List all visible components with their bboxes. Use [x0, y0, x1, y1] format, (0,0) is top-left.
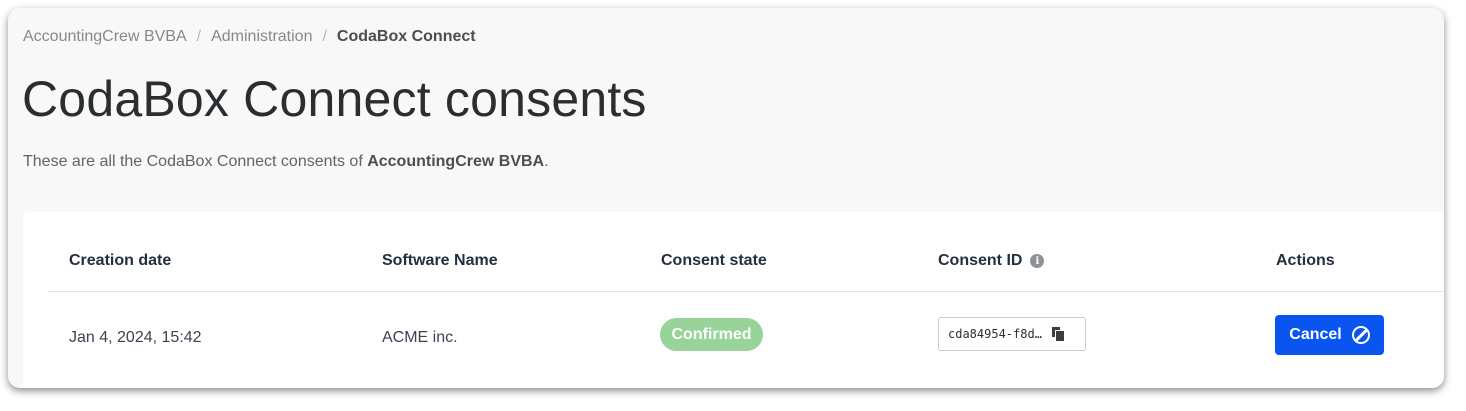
subtitle-prefix: These are all the CodaBox Connect consen… — [23, 153, 368, 170]
cancel-button-label: Cancel — [1289, 326, 1342, 343]
cell-software-name: ACME inc. — [382, 329, 458, 346]
breadcrumb-item-administration[interactable]: Administration — [211, 28, 312, 46]
info-icon[interactable]: i — [1030, 254, 1045, 268]
cancel-button[interactable]: Cancel — [1275, 315, 1384, 355]
header-consent-state[interactable]: Consent state — [661, 252, 767, 270]
breadcrumb-item-current: CodaBox Connect — [336, 28, 476, 45]
consent-id-value: cda84954-f8d… — [948, 327, 1042, 341]
breadcrumb: AccountingCrew BVBA / Administration / C… — [23, 28, 476, 46]
subtitle-suffix: . — [544, 153, 549, 170]
consent-id-field[interactable]: cda84954-f8d… — [938, 317, 1086, 351]
breadcrumb-item-company[interactable]: AccountingCrew BVBA — [23, 28, 187, 46]
copy-icon[interactable] — [1051, 327, 1065, 342]
table-header: Creation date Software Name Consent stat… — [48, 212, 1444, 292]
page-subtitle: These are all the CodaBox Connect consen… — [23, 153, 549, 171]
consents-table-card: Creation date Software Name Consent stat… — [23, 212, 1444, 388]
breadcrumb-separator: / — [196, 28, 202, 45]
cell-creation-date: Jan 4, 2024, 15:42 — [69, 329, 202, 346]
subtitle-company: AccountingCrew BVBA — [367, 153, 545, 170]
header-software-name[interactable]: Software Name — [382, 252, 498, 270]
page-title: CodaBox Connect consents — [22, 71, 647, 127]
header-actions: Actions — [1276, 252, 1335, 269]
breadcrumb-separator: / — [322, 28, 327, 45]
header-consent-id-label[interactable]: Consent ID — [938, 252, 1022, 270]
app-window: AccountingCrew BVBA / Administration / C… — [8, 8, 1444, 388]
status-badge: Confirmed — [660, 318, 763, 351]
ban-icon — [1351, 326, 1370, 344]
header-consent-id: Consent ID i — [938, 252, 1045, 270]
header-creation-date[interactable]: Creation date — [69, 252, 171, 270]
